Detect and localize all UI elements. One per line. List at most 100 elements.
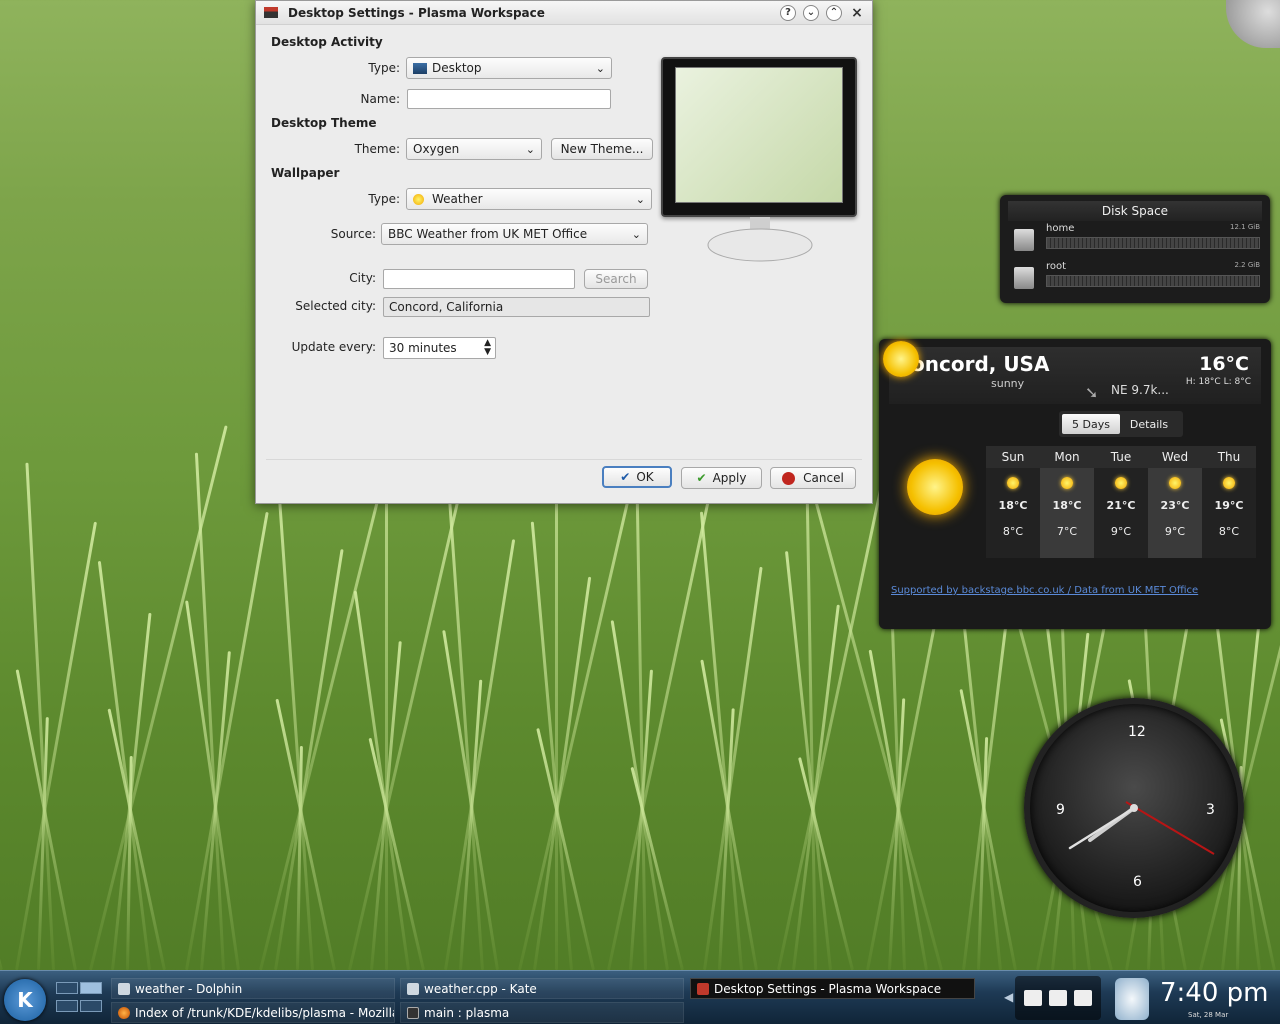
task-dolphin[interactable]: weather - Dolphin — [111, 978, 395, 999]
name-field[interactable] — [407, 89, 611, 109]
drive-usage-bar — [1046, 237, 1260, 249]
chevron-down-icon: ⌄ — [631, 228, 641, 241]
wallpaper-type-label: Type: — [368, 192, 400, 206]
mail-icon[interactable] — [1048, 990, 1067, 1006]
selected-city-field: Concord, California — [383, 297, 650, 317]
tray-expand-arrow-icon[interactable]: ◀ — [1004, 990, 1013, 1004]
source-value: BBC Weather from UK MET Office — [388, 227, 588, 241]
notification-icon[interactable] — [1073, 990, 1092, 1006]
task-label: Index of /trunk/KDE/kdelibs/plasma - Moz… — [135, 1005, 394, 1020]
section-desktop-theme: Desktop Theme — [271, 116, 377, 130]
search-button[interactable]: Search — [584, 269, 648, 289]
activity-type-label: Type: — [368, 61, 400, 75]
forecast-day: Wed 23°C 9°C — [1148, 446, 1202, 558]
maximize-button[interactable]: ⌃ — [826, 4, 842, 21]
ok-button[interactable]: ✔ OK — [602, 466, 672, 488]
update-interval-spinbox[interactable]: 30 minutes ▲ ▼ — [383, 337, 496, 359]
drive-size: 12.1 GiB — [1230, 223, 1260, 231]
weather-credit-link[interactable]: Supported by backstage.bbc.co.uk / Data … — [891, 585, 1198, 596]
task-konsole[interactable]: main : plasma — [400, 1002, 684, 1023]
tab-details[interactable]: Details — [1120, 414, 1178, 434]
grass-blade — [348, 451, 471, 970]
chevron-down-icon: ⌄ — [525, 143, 535, 156]
forecast-day: Mon 18°C 7°C — [1040, 446, 1094, 558]
sun-icon — [1061, 477, 1073, 489]
forecast-high: 18°C — [1052, 499, 1082, 512]
firefox-icon — [118, 1006, 130, 1019]
cancel-icon — [782, 471, 796, 485]
activity-type-select[interactable]: Desktop ⌄ — [406, 57, 612, 79]
wallpaper-preview-monitor — [661, 57, 857, 217]
desktop-settings-dialog: Desktop Settings - Plasma Workspace ? ⌄ … — [255, 0, 873, 504]
forecast-day: Thu 19°C 8°C — [1202, 446, 1256, 558]
dolphin-icon — [118, 982, 130, 995]
forecast-day-label: Tue — [1094, 446, 1148, 468]
task-kate[interactable]: weather.cpp - Kate — [400, 978, 684, 999]
update-interval-value: 30 minutes — [389, 341, 457, 355]
hard-drive-icon — [1014, 229, 1034, 251]
task-label: weather - Dolphin — [135, 981, 243, 996]
task-firefox[interactable]: Index of /trunk/KDE/kdelibs/plasma - Moz… — [111, 1002, 395, 1023]
sun-icon — [907, 459, 963, 515]
forecast-low: 7°C — [1056, 525, 1078, 538]
source-select[interactable]: BBC Weather from UK MET Office ⌄ — [381, 223, 648, 245]
forecast-day-label: Wed — [1148, 446, 1202, 468]
hard-drive-icon — [1014, 267, 1034, 289]
source-label: Source: — [330, 227, 376, 241]
forecast-high: 23°C — [1160, 499, 1190, 512]
pager-desktop-1[interactable] — [56, 982, 78, 994]
analog-clock-widget[interactable]: 12 3 6 9 — [1024, 698, 1244, 918]
disk-space-widget[interactable]: Disk Space home 12.1 GiB root 2.2 GiB — [1000, 195, 1270, 303]
disk-space-title: Disk Space — [1008, 201, 1262, 221]
forecast-low: 9°C — [1164, 525, 1186, 538]
weather-header: oncord, USA sunny ➘ NE 9.7k... 16°C H: 1… — [889, 347, 1261, 404]
weather-widget[interactable]: oncord, USA sunny ➘ NE 9.7k... 16°C H: 1… — [879, 339, 1271, 629]
update-every-label: Update every: — [291, 340, 376, 354]
forecast-table: Sun 18°C 8°C Mon 18°C 7°C Tue 21°C 9°C Wed 23°C 9°C… — [986, 446, 1256, 558]
digital-clock-date: Sat, 28 Mar — [1188, 1011, 1229, 1019]
pager-desktop-4[interactable] — [80, 1000, 102, 1012]
kate-icon — [407, 982, 419, 995]
wallpaper-type-select[interactable]: Weather ⌄ — [406, 188, 652, 210]
pager-desktop-3[interactable] — [56, 1000, 78, 1012]
plasma-app-icon — [264, 7, 278, 18]
ok-label: OK — [636, 470, 654, 484]
forecast-low: 9°C — [1110, 525, 1132, 538]
wind-arrow-icon: ➘ — [1085, 383, 1099, 402]
close-button[interactable]: × — [849, 5, 865, 21]
clipboard-icon[interactable] — [1024, 990, 1043, 1006]
network-monitor-icon[interactable] — [1115, 978, 1149, 1020]
grass-blade — [0, 776, 3, 970]
cancel-button[interactable]: Cancel — [770, 467, 856, 489]
apply-button[interactable]: ✔ Apply — [681, 467, 762, 489]
sun-icon — [413, 193, 424, 205]
forecast-low: 8°C — [1002, 525, 1024, 538]
grass-blade — [15, 521, 97, 970]
dialog-titlebar[interactable]: Desktop Settings - Plasma Workspace ? ⌄ … — [256, 1, 872, 25]
minimize-button[interactable]: ⌄ — [803, 4, 819, 21]
new-theme-button[interactable]: New Theme... — [551, 138, 653, 160]
tab-5-days[interactable]: 5 Days — [1062, 414, 1120, 434]
task-label: Desktop Settings - Plasma Workspace — [714, 981, 942, 996]
forecast-high: 18°C — [998, 499, 1028, 512]
city-field[interactable] — [383, 269, 575, 289]
weather-condition: sunny — [991, 377, 1025, 390]
sun-icon — [883, 341, 919, 377]
help-button[interactable]: ? — [780, 4, 796, 21]
spin-arrows-icon[interactable]: ▲ ▼ — [484, 339, 491, 357]
pager-desktop-2[interactable] — [80, 982, 102, 994]
button-divider — [266, 459, 862, 460]
digital-clock-time[interactable]: 7:40 pm — [1160, 978, 1268, 1008]
clock-hands-icon — [1068, 801, 1215, 855]
dialog-title: Desktop Settings - Plasma Workspace — [288, 5, 545, 20]
chevron-down-icon: ⌄ — [635, 193, 645, 206]
task-desktop-settings[interactable]: Desktop Settings - Plasma Workspace — [690, 978, 975, 999]
system-tray — [1015, 976, 1101, 1020]
task-label: weather.cpp - Kate — [424, 981, 537, 996]
forecast-day: Sun 18°C 8°C — [986, 446, 1040, 558]
drive-usage-bar — [1046, 275, 1260, 287]
theme-value: Oxygen — [413, 142, 460, 156]
theme-select[interactable]: Oxygen ⌄ — [406, 138, 542, 160]
kde-menu-icon[interactable]: K — [4, 979, 46, 1021]
wallpaper-preview-screen — [675, 67, 843, 203]
